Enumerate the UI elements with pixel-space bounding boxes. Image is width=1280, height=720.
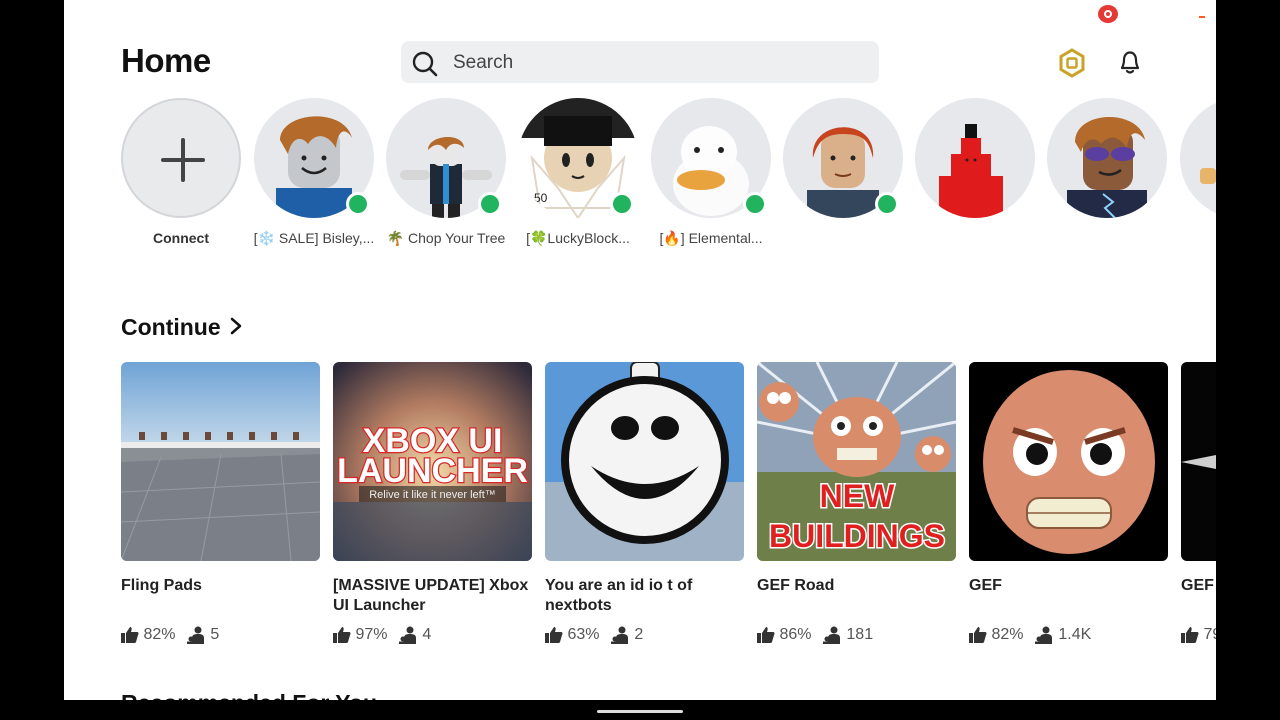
connect-button[interactable] xyxy=(121,98,241,218)
home-indicator[interactable] xyxy=(597,710,683,713)
game-stats: 82% 5 xyxy=(121,626,219,644)
game-title: Fling Pads xyxy=(121,577,202,594)
screen-record-icon xyxy=(1098,5,1118,23)
page-title: Home xyxy=(121,42,211,79)
rating-value: 86% xyxy=(779,626,812,643)
thumbs-up-icon xyxy=(545,627,563,643)
game-thumbnail[interactable] xyxy=(121,362,320,561)
game-title: You are an id io t of nextbots xyxy=(545,577,693,614)
search-icon xyxy=(412,51,438,77)
game-stats: 86% 181 xyxy=(757,626,873,644)
rating-value: 97% xyxy=(355,626,388,643)
game-stats: 97% 4 xyxy=(333,626,431,644)
avatar[interactable] xyxy=(1180,98,1216,218)
friend-name: [❄️ SALE] Bisley,... xyxy=(253,230,375,246)
players-icon xyxy=(610,626,628,644)
friend-item[interactable]: 🌴 Chop Your Tree xyxy=(386,98,506,258)
rating-value: 82% xyxy=(143,626,176,643)
search-bar[interactable] xyxy=(401,41,879,85)
friend-item[interactable]: 50 [🍀LuckyBlock... xyxy=(518,98,638,258)
players-icon xyxy=(398,626,416,644)
friend-item[interactable]: [🔥] Elemental... xyxy=(651,98,771,258)
thumbs-up-icon xyxy=(969,627,987,643)
game-stats: 82% 1.4K xyxy=(969,626,1091,644)
continue-title: Continue xyxy=(121,314,221,340)
online-indicator xyxy=(875,192,899,216)
chevron-right-icon xyxy=(229,314,243,341)
friend-item[interactable] xyxy=(915,98,1035,258)
continue-section-header[interactable]: Continue xyxy=(121,314,243,341)
thumbs-up-icon xyxy=(333,627,351,643)
connect-label: Connect xyxy=(153,230,209,246)
player-count: 4 xyxy=(422,626,432,643)
plus-icon xyxy=(161,138,205,182)
thumbs-up-icon xyxy=(1181,627,1199,643)
game-title: GEF xyxy=(969,577,1002,594)
recommended-section-title[interactable]: Recommended For You xyxy=(121,690,377,700)
game-stats: 63% 2 xyxy=(545,626,643,644)
friend-name: 🌴 Chop Your Tree xyxy=(386,230,506,246)
thumb-tagline: Relive it like it never left™ xyxy=(369,489,496,501)
online-indicator xyxy=(743,192,767,216)
online-indicator xyxy=(478,192,502,216)
friend-item[interactable] xyxy=(1047,98,1167,258)
thumb-text-line1: NEW xyxy=(820,478,895,514)
game-stats: 79 xyxy=(1181,626,1216,644)
player-count: 181 xyxy=(846,626,874,643)
thumbs-up-icon xyxy=(121,627,139,643)
friend-item[interactable] xyxy=(783,98,903,258)
online-indicator xyxy=(610,192,634,216)
thumb-text-line2: BUILDINGS xyxy=(769,518,945,554)
robux-icon[interactable] xyxy=(1057,48,1087,78)
avatar[interactable] xyxy=(1047,98,1167,218)
rating-value: 82% xyxy=(991,626,1024,643)
game-thumbnail[interactable] xyxy=(545,362,744,561)
player-count: 5 xyxy=(210,626,220,643)
players-icon xyxy=(822,626,840,644)
svg-text:50: 50 xyxy=(534,191,548,205)
players-icon xyxy=(1034,626,1052,644)
game-thumbnail[interactable]: NEW BUILDINGS xyxy=(757,362,956,561)
search-input[interactable] xyxy=(451,41,855,85)
online-indicator xyxy=(346,192,370,216)
thumb-text-line2: LAUNCHER xyxy=(337,452,528,490)
rating-value: 63% xyxy=(567,626,600,643)
notifications-bell-icon[interactable] xyxy=(1116,48,1144,76)
friend-name: [🍀LuckyBlock... xyxy=(526,230,630,246)
game-title: [MASSIVE UPDATE] Xbox UI Launcher xyxy=(333,577,529,614)
status-indicator xyxy=(1199,16,1205,18)
game-title: GEF Road xyxy=(757,577,835,594)
player-count: 2 xyxy=(634,626,644,643)
game-thumbnail[interactable]: XBOX UI LAUNCHER Relive it like it never… xyxy=(333,362,532,561)
friend-name: [🔥] Elemental... xyxy=(659,230,763,246)
players-icon xyxy=(186,626,204,644)
player-count: 1.4K xyxy=(1058,626,1092,643)
rating-value: 79 xyxy=(1203,626,1216,643)
game-thumbnail[interactable] xyxy=(969,362,1168,561)
game-thumbnail[interactable] xyxy=(1181,362,1216,561)
avatar[interactable] xyxy=(915,98,1035,218)
friend-item-partial[interactable] xyxy=(1180,98,1216,258)
connect-friend[interactable]: Connect xyxy=(121,98,241,258)
game-title: GEF xyxy=(1181,577,1214,594)
thumbs-up-icon xyxy=(757,627,775,643)
app-screen: Home Connect xyxy=(64,0,1216,700)
friend-item[interactable]: [❄️ SALE] Bisley,... xyxy=(254,98,374,258)
